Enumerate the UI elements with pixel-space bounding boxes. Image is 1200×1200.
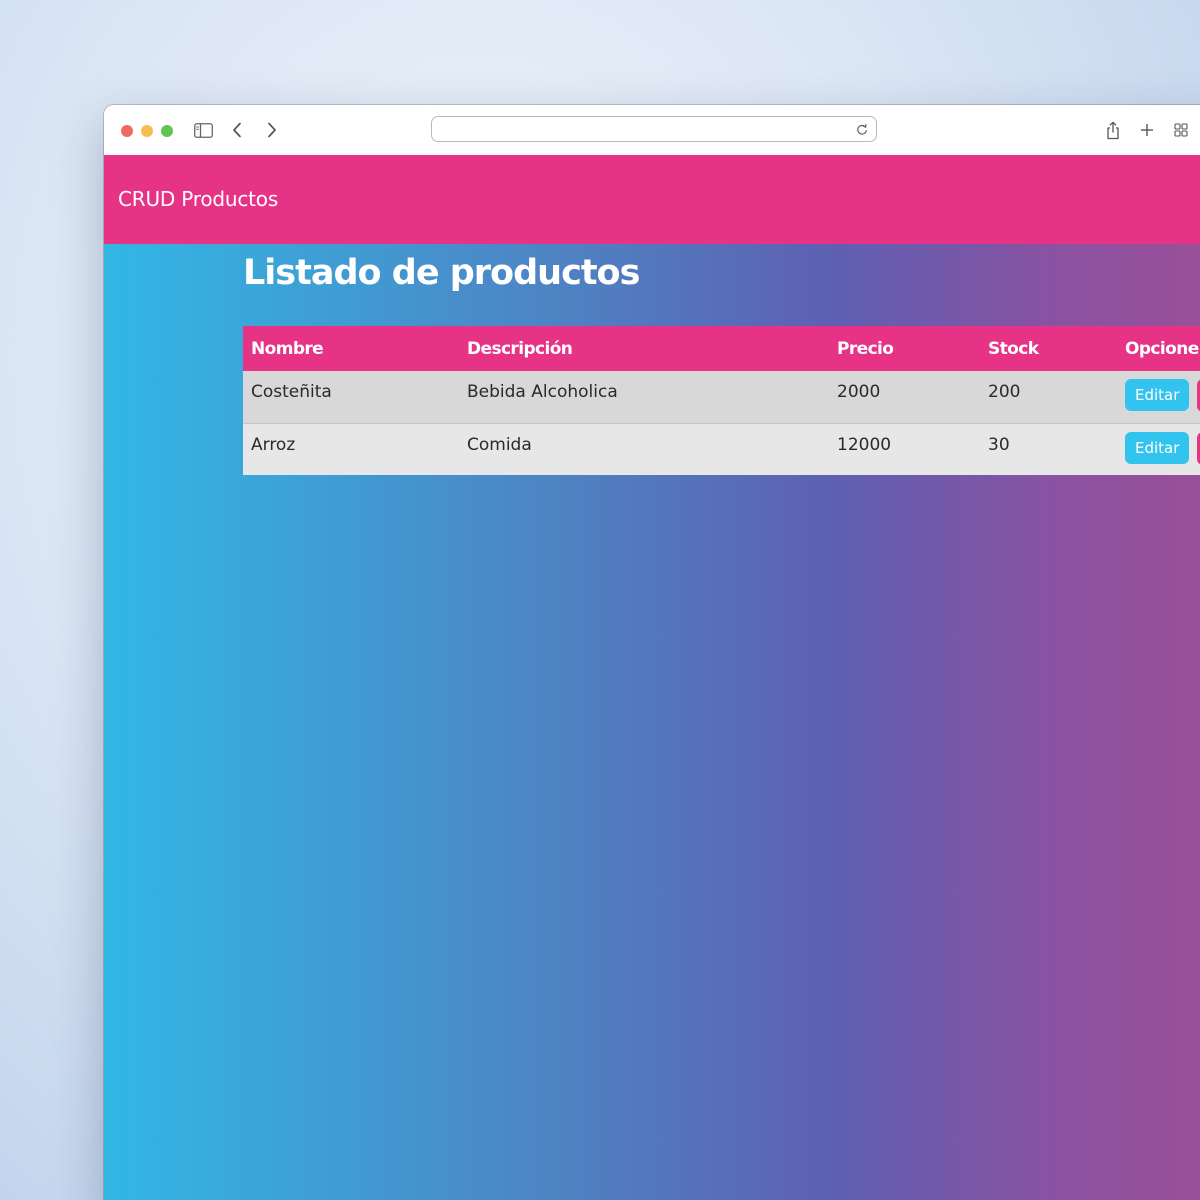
new-tab-plus-icon[interactable] [1139,119,1155,141]
table-row: Costeñita Bebida Alcoholica 2000 200 Edi… [243,371,1200,424]
browser-toolbar [104,105,1200,156]
edit-button[interactable]: Editar [1125,431,1190,464]
sidebar-icon[interactable] [193,119,213,141]
cell-stock: 200 [980,371,1117,424]
cell-precio: 2000 [829,371,980,424]
reload-icon[interactable] [855,122,869,136]
page-viewport: CRUD Productos Listado de productos Nomb… [104,155,1200,1200]
cell-opciones: Editar [1117,423,1200,475]
address-bar[interactable] [431,116,877,142]
edit-button[interactable]: Editar [1125,379,1190,411]
table-row: Arroz Comida 12000 30 Editar [243,423,1200,475]
cell-descripcion: Bebida Alcoholica [459,371,829,424]
column-header-precio: Precio [829,326,980,371]
back-chevron-icon[interactable] [230,119,244,141]
cell-descripcion: Comida [459,423,829,475]
tab-overview-icon[interactable] [1173,119,1189,141]
forward-chevron-icon[interactable] [265,119,279,141]
cell-nombre: Costeñita [243,371,459,424]
cell-opciones: Editar [1117,371,1200,424]
cell-precio: 12000 [829,423,980,475]
table-header-row: Nombre Descripción Precio Stock Opcione [243,326,1200,371]
zoom-window-button[interactable] [161,125,173,137]
minimize-window-button[interactable] [141,125,153,137]
share-icon[interactable] [1104,119,1122,141]
close-window-button[interactable] [121,125,133,137]
column-header-opciones: Opcione [1117,326,1200,371]
column-header-nombre: Nombre [243,326,459,371]
cell-stock: 30 [980,423,1117,475]
navbar: CRUD Productos [104,155,1200,244]
navbar-brand[interactable]: CRUD Productos [118,187,278,211]
cell-nombre: Arroz [243,423,459,475]
browser-window: CRUD Productos Listado de productos Nomb… [104,105,1200,1200]
products-table: Nombre Descripción Precio Stock Opcione … [243,326,1200,475]
column-header-descripcion: Descripción [459,326,829,371]
column-header-stock: Stock [980,326,1117,371]
page-title: Listado de productos [243,253,640,293]
